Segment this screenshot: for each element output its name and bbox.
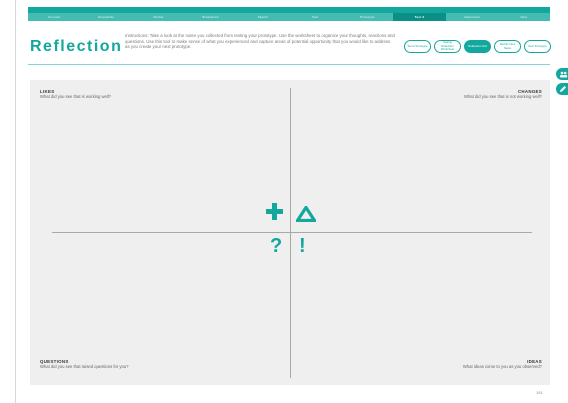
nav-step[interactable]: Define [132,15,184,19]
changes-quadrant: CHANGES What did you see that is not wor… [464,89,542,99]
nav-step[interactable]: Prototype [341,15,393,19]
plus-icon [266,203,283,220]
people-tab[interactable] [556,68,568,80]
tool-pills: Test a Prototype Testing Reflection Works… [404,40,551,53]
tool-pill[interactable]: Testing Reflection Worksheet [434,40,461,53]
nav-step[interactable]: Brainstorm [185,15,237,19]
ideas-quadrant: IDEAS What ideas come to you as you obse… [463,359,542,369]
tool-pill[interactable]: Next Prototype [524,40,551,53]
delta-icon [296,206,316,222]
header-divider [28,64,550,65]
side-tabs [556,68,568,95]
nav-step[interactable]: Next [498,15,550,19]
questions-prompt: What did you see that raised questions f… [40,364,129,369]
people-icon [559,71,567,77]
instructions-text: Instructions: Take a look at the notes y… [125,33,395,50]
likes-quadrant: LIKES What did you see that is working w… [40,89,111,99]
edit-tab[interactable] [556,83,568,95]
grid-vertical-axis [290,88,291,378]
nav-step[interactable]: Connect [28,15,80,19]
tool-pill[interactable]: Reflection Grid [464,40,491,53]
questions-quadrant: QUESTIONS What did you see that raised q… [40,359,128,369]
grid-horizontal-axis [52,232,532,233]
question-mark-icon: ? [270,235,283,257]
tool-pill[interactable]: Identify Next Steps [494,40,521,53]
exclamation-icon: ! [299,235,306,257]
page-border [15,0,16,403]
nav-step[interactable]: Empathize [80,15,132,19]
ideas-prompt: What ideas come to you as you observed? [462,364,542,369]
likes-prompt: What did you see that is working well? [40,94,111,99]
nav-step[interactable]: Test [289,15,341,19]
changes-prompt: What did you see that is not working wel… [464,94,542,99]
page-title: Reflection [30,38,123,55]
nav-step[interactable]: Implement [446,15,498,19]
page-number: 191 [536,390,543,395]
step-list: Connect Empathize Define Brainstorm Sketch Te… [28,13,550,21]
progress-navigation: Connect Empathize Define Brainstorm Sketch Te… [28,7,550,21]
tool-pill[interactable]: Test a Prototype [404,40,431,53]
pencil-icon [560,86,566,92]
nav-step[interactable]: Sketch [237,15,289,19]
nav-step[interactable]: Test 2 [393,13,446,21]
